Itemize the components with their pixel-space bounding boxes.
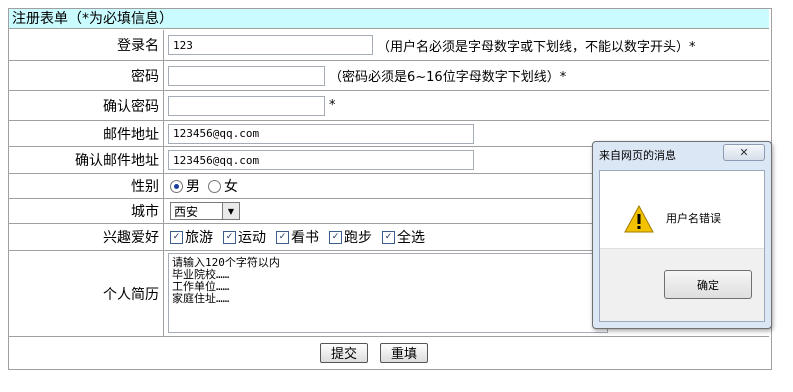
hobby-reading-checkbox[interactable]: ✓ 看书 <box>276 227 319 247</box>
gender-male-label: 男 <box>186 179 200 195</box>
dialog-title: 来自网页的消息 <box>599 149 676 162</box>
email-input[interactable] <box>168 123 474 144</box>
checkmark-icon: ✓ <box>170 230 183 244</box>
row-confirm-password: 确认密码 * <box>9 91 769 121</box>
form-header: 注册表单（*为必填信息） <box>9 9 769 29</box>
city-select[interactable]: 西安 ▼ <box>170 202 240 220</box>
row-username: 登录名 （用户名必须是字母数字或下划线，不能以数字开头）* <box>9 30 769 61</box>
email-label: 邮件地址 <box>9 121 164 146</box>
hobby-travel-checkbox[interactable]: ✓ 旅游 <box>170 227 213 247</box>
hobby-reading-label: 看书 <box>291 230 319 246</box>
password-hint: （密码必须是6~16位字母数字下划线）* <box>329 70 567 85</box>
confirm-password-label: 确认密码 <box>9 91 164 120</box>
gender-label: 性别 <box>9 174 164 198</box>
dialog-body: 用户名错误 确定 <box>599 170 765 322</box>
row-actions: 提交 重填 <box>9 337 769 368</box>
hobby-travel-label: 旅游 <box>185 230 213 246</box>
hobby-running-label: 跑步 <box>344 230 372 246</box>
checkmark-icon: ✓ <box>276 230 289 244</box>
checkmark-icon: ✓ <box>382 230 395 244</box>
gender-female-radio[interactable]: 女 <box>208 176 238 196</box>
dialog-footer: 确定 <box>600 248 764 321</box>
warning-icon <box>624 205 654 233</box>
hobby-sports-checkbox[interactable]: ✓ 运动 <box>223 227 266 247</box>
resume-textarea[interactable]: 请输入120个字符以内 毕业院校…… 工作单位…… 家庭住址…… <box>168 253 608 333</box>
resume-label: 个人简历 <box>9 251 164 336</box>
confirm-email-label: 确认邮件地址 <box>9 147 164 173</box>
city-select-value: 西安 <box>174 204 199 219</box>
row-password: 密码 （密码必须是6~16位字母数字下划线）* <box>9 61 769 91</box>
chevron-down-icon[interactable]: ▼ <box>222 203 239 219</box>
hobby-sports-label: 运动 <box>238 230 266 246</box>
gender-female-label: 女 <box>224 179 238 195</box>
hobby-select-all-label: 全选 <box>397 230 425 246</box>
confirm-password-input[interactable] <box>168 95 325 116</box>
reset-button[interactable]: 重填 <box>380 342 429 363</box>
checkmark-icon: ✓ <box>329 230 342 244</box>
gender-male-radio[interactable]: 男 <box>170 176 200 196</box>
hobbies-label: 兴趣爱好 <box>9 224 164 250</box>
radio-selected-icon <box>170 179 183 193</box>
checkmark-icon: ✓ <box>223 230 236 244</box>
password-label: 密码 <box>9 61 164 90</box>
submit-button[interactable]: 提交 <box>319 342 368 363</box>
city-label: 城市 <box>9 199 164 223</box>
confirm-email-input[interactable] <box>168 150 474 170</box>
confirm-password-hint: * <box>329 98 336 113</box>
hobby-select-all-checkbox[interactable]: ✓ 全选 <box>382 227 425 247</box>
alert-dialog: 来自网页的消息 ✕ 用户名错误 确定 <box>592 141 772 329</box>
username-label: 登录名 <box>9 30 164 60</box>
hobby-running-checkbox[interactable]: ✓ 跑步 <box>329 227 372 247</box>
dialog-message: 用户名错误 <box>666 212 721 225</box>
username-input[interactable] <box>168 35 373 55</box>
username-hint: （用户名必须是字母数字或下划线，不能以数字开头）* <box>377 39 696 55</box>
close-icon[interactable]: ✕ <box>723 144 765 161</box>
ok-button[interactable]: 确定 <box>664 270 752 299</box>
radio-unselected-icon <box>208 179 221 193</box>
password-input[interactable] <box>168 65 325 86</box>
